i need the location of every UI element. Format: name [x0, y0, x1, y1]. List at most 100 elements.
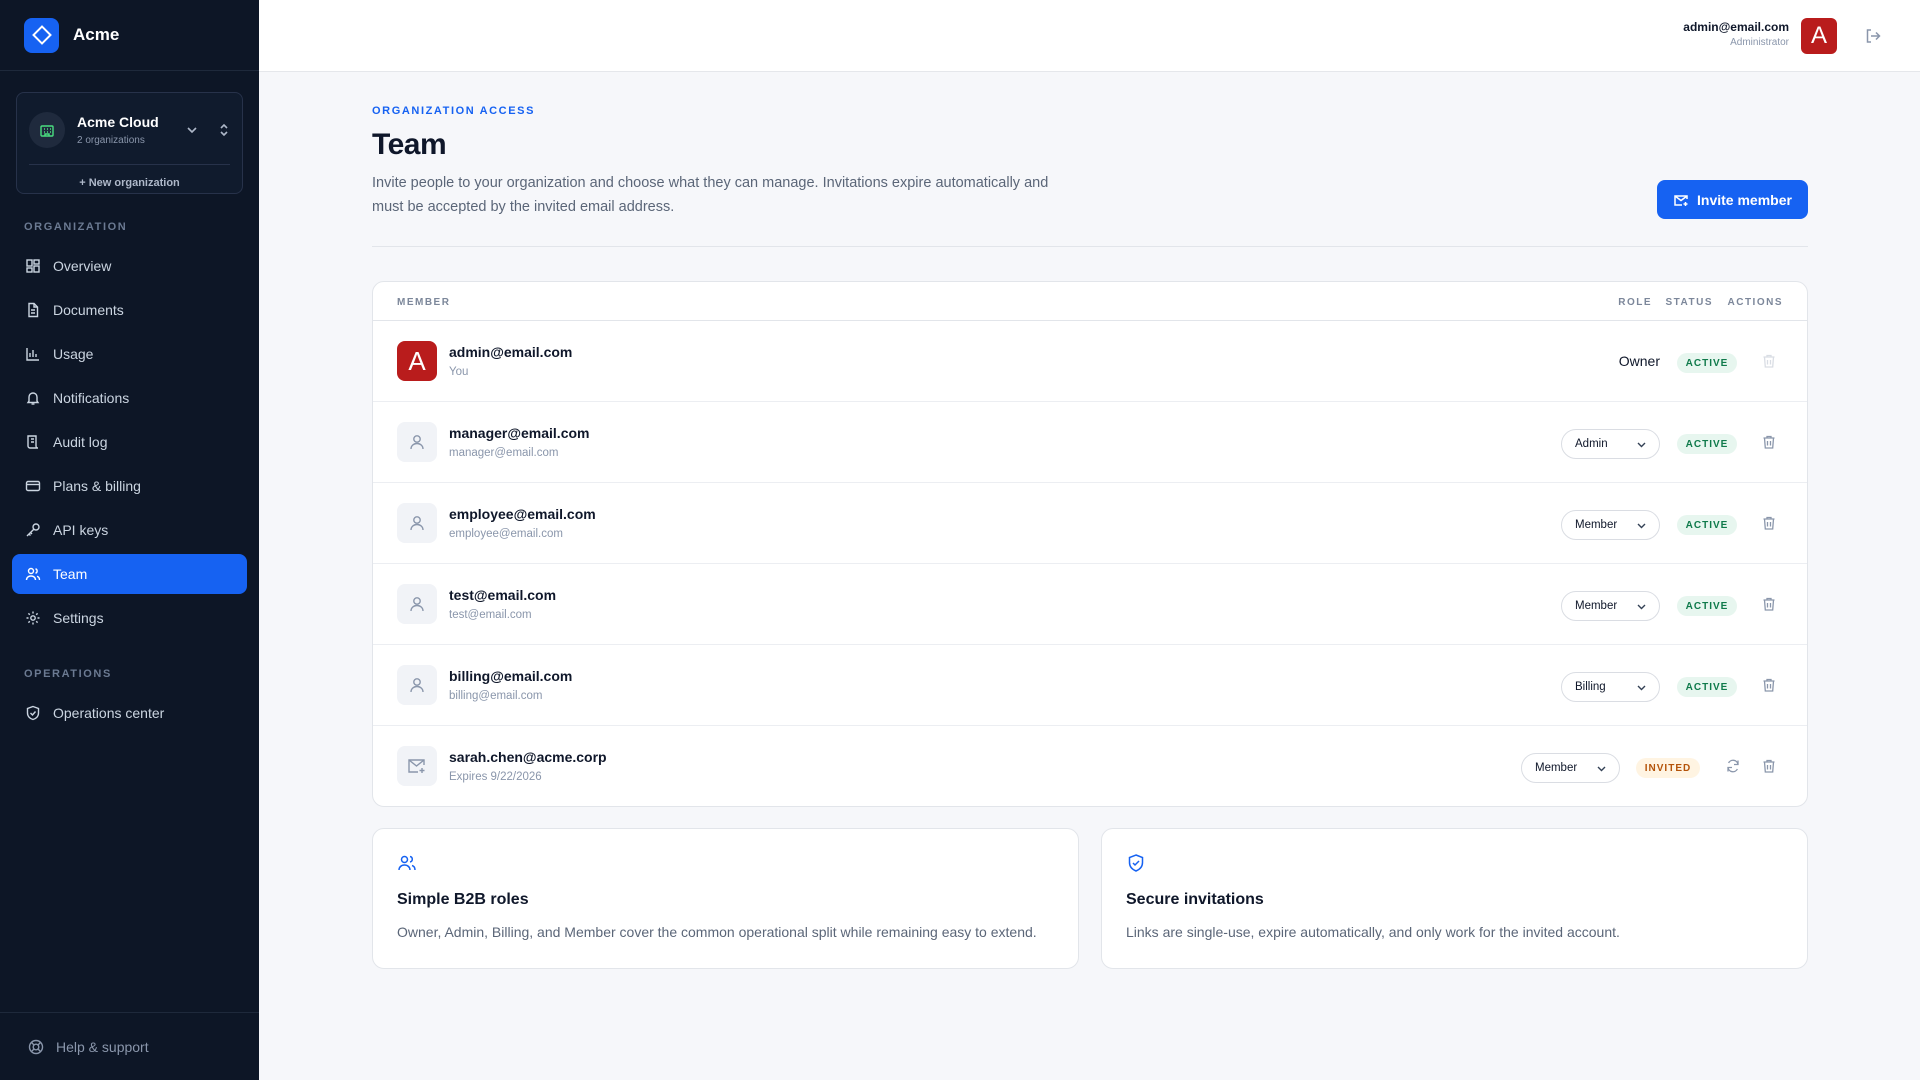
member-subtitle: employee@email.com: [449, 528, 563, 540]
brand-name: Acme: [73, 25, 120, 44]
users-icon: [397, 853, 417, 878]
brand[interactable]: Acme: [0, 0, 259, 71]
member-email: manager@email.com: [449, 425, 590, 441]
user-icon: [397, 665, 437, 705]
trash-icon[interactable]: [1761, 434, 1777, 450]
sidebar-item-label: Operations center: [53, 705, 165, 721]
info-card-description: Links are single-use, expire automatical…: [1126, 924, 1620, 940]
user-email: admin@email.com: [1683, 20, 1789, 34]
status-badge: INVITED: [1636, 758, 1700, 778]
sidebar-item-label: Documents: [53, 302, 124, 318]
role-select-value: Member: [1575, 600, 1618, 612]
user-icon: [397, 422, 437, 462]
org-switcher[interactable]: Acme Cloud 2 organizations + New organiz…: [16, 92, 243, 194]
sidebar-item-overview[interactable]: Overview: [12, 246, 247, 286]
new-organization-button[interactable]: + New organization: [17, 177, 242, 189]
document-icon: [25, 302, 41, 318]
brand-logo-icon: [24, 17, 59, 53]
trash-icon: [1763, 354, 1775, 368]
role-select-value: Admin: [1575, 438, 1608, 450]
nav-section-operations: OPERATIONS: [24, 668, 112, 680]
member-subtitle: test@email.com: [449, 609, 532, 621]
trash-icon[interactable]: [1761, 596, 1777, 612]
user-role: Administrator: [1730, 37, 1789, 48]
role-select[interactable]: Billing: [1561, 672, 1660, 702]
sidebar-item-usage[interactable]: Usage: [12, 334, 247, 374]
sidebar-item-operations-center[interactable]: Operations center: [12, 693, 247, 733]
member-email: billing@email.com: [449, 668, 573, 684]
member-email: sarah.chen@acme.corp: [449, 749, 607, 765]
page-title: Team: [372, 128, 447, 161]
logout-icon[interactable]: [1864, 27, 1882, 45]
avatar[interactable]: A: [1801, 18, 1837, 54]
role-select[interactable]: Member: [1561, 591, 1660, 621]
users-icon: [25, 566, 41, 582]
avatar: A: [397, 341, 437, 381]
trash-icon[interactable]: [1761, 758, 1777, 774]
member-email: test@email.com: [449, 587, 557, 603]
sidebar-item-label: Usage: [53, 346, 94, 362]
info-card-title: Simple B2B roles: [397, 891, 529, 908]
column-header-member: MEMBER: [397, 297, 451, 308]
grid-icon: [25, 258, 41, 274]
nav-section-organization: ORGANIZATION: [24, 221, 128, 233]
member-subtitle: billing@email.com: [449, 690, 543, 702]
status-badge: ACTIVE: [1677, 434, 1737, 454]
sidebar-item-plans-billing[interactable]: Plans & billing: [12, 466, 247, 506]
sidebar-item-label: Plans & billing: [53, 478, 141, 494]
info-card-description: Owner, Admin, Billing, and Member cover …: [397, 924, 1037, 940]
trash-icon[interactable]: [1761, 515, 1777, 531]
org-name: Acme Cloud: [77, 113, 159, 130]
table-row: sarah.chen@acme.corp Expires 9/22/2026 M…: [373, 726, 1807, 806]
mail-plus-icon: [397, 746, 437, 786]
role-select[interactable]: Member: [1561, 510, 1660, 540]
shield-check-icon: [1126, 853, 1146, 878]
invite-member-button[interactable]: Invite member: [1657, 180, 1808, 219]
page-eyebrow: ORGANIZATION ACCESS: [372, 105, 536, 117]
building-icon: [29, 111, 65, 148]
sidebar-item-label: Overview: [53, 258, 112, 274]
sidebar-item-label: API keys: [53, 522, 109, 538]
scroll-icon: [25, 434, 41, 450]
sidebar-item-notifications[interactable]: Notifications: [12, 378, 247, 418]
sidebar-item-audit-log[interactable]: Audit log: [12, 422, 247, 462]
sidebar-item-documents[interactable]: Documents: [12, 290, 247, 330]
sidebar-item-label: Audit log: [53, 434, 108, 450]
table-row: test@email.com test@email.com Member ACT…: [373, 564, 1807, 645]
sidebar-item-label: Team: [53, 566, 88, 582]
column-header-status: STATUS: [1665, 297, 1713, 308]
table-row: manager@email.com manager@email.com Admi…: [373, 402, 1807, 483]
lifebuoy-icon: [28, 1039, 44, 1055]
mail-plus-icon: [1673, 192, 1689, 208]
table-row: employee@email.com employee@email.com Me…: [373, 483, 1807, 564]
sidebar-item-api-keys[interactable]: API keys: [12, 510, 247, 550]
chevron-down-icon: [1637, 523, 1646, 529]
chevron-up-down-icon[interactable]: [218, 121, 230, 139]
member-subtitle: You: [449, 366, 469, 378]
sidebar-item-label: Notifications: [53, 390, 130, 406]
help-support-link[interactable]: Help & support: [0, 1012, 259, 1080]
table-row: A admin@email.com You Owner ACTIVE: [373, 321, 1807, 402]
member-subtitle: manager@email.com: [449, 447, 559, 459]
chevron-down-icon: [1597, 766, 1606, 772]
role-select-value: Member: [1535, 762, 1578, 774]
page-description: Invite people to your organization and c…: [372, 175, 1049, 215]
org-count: 2 organizations: [77, 134, 145, 146]
member-role: Owner: [1618, 353, 1660, 369]
divider: [372, 246, 1808, 247]
chevron-down-icon[interactable]: [184, 122, 200, 138]
role-select[interactable]: Member: [1521, 753, 1620, 783]
sidebar-item-label: Settings: [53, 610, 104, 626]
table-row: billing@email.com billing@email.com Bill…: [373, 645, 1807, 726]
sidebar: Acme Acme Cloud 2 organizations + New or…: [0, 0, 259, 1080]
sidebar-item-team[interactable]: Team: [12, 554, 247, 594]
refresh-icon[interactable]: [1725, 758, 1741, 774]
table-header: MEMBER ROLE STATUS ACTIONS: [373, 282, 1807, 321]
info-card-roles: Simple B2B roles Owner, Admin, Billing, …: [372, 828, 1079, 969]
member-subtitle: Expires 9/22/2026: [449, 771, 542, 783]
trash-icon[interactable]: [1761, 677, 1777, 693]
role-select[interactable]: Admin: [1561, 429, 1660, 459]
sidebar-item-settings[interactable]: Settings: [12, 598, 247, 638]
info-card-invitations: Secure invitations Links are single-use,…: [1101, 828, 1808, 969]
status-badge: ACTIVE: [1677, 515, 1737, 535]
